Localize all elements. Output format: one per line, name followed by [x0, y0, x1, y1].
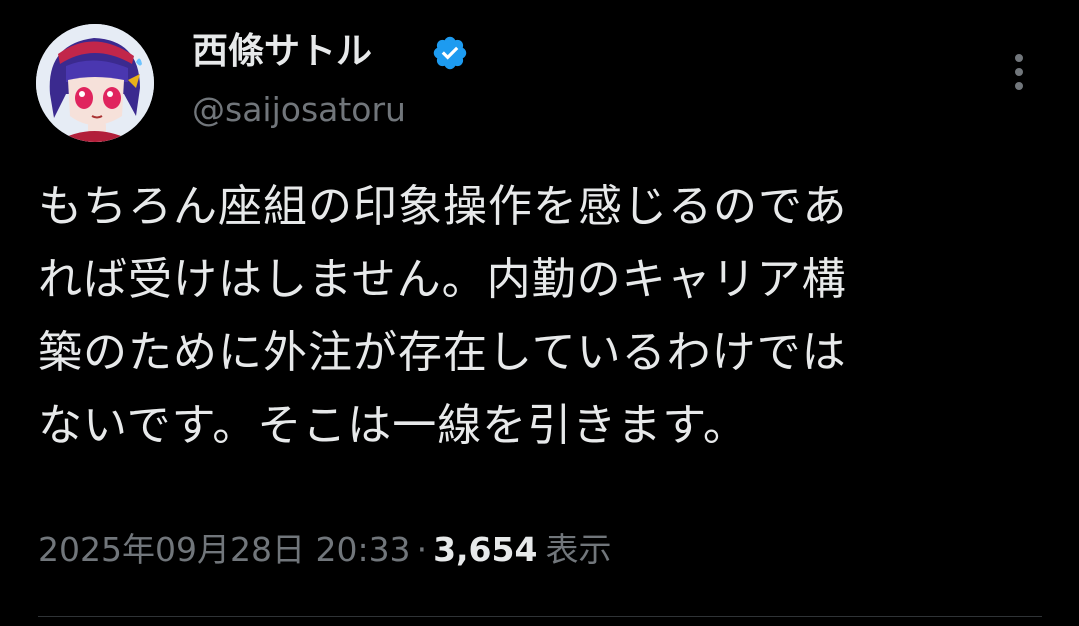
- timestamp-link[interactable]: 2025年09月28日 20:33: [38, 530, 411, 569]
- avatar[interactable]: [36, 24, 154, 142]
- tweet: 西條サトル @saijosatoru もちろん座組の印象操作を感じるのであ れば…: [0, 0, 1079, 626]
- tweet-text: もちろん座組の印象操作を感じるのであ れば受けはしません。内勤のキャリア構 築の…: [38, 170, 1048, 462]
- tweet-meta: 2025年09月28日 20:33 · 3,654 表示: [38, 525, 611, 575]
- more-vertical-icon[interactable]: [1001, 46, 1037, 94]
- tweet-text-line: れば受けはしません。内勤のキャリア構: [38, 254, 847, 305]
- meta-separator: ·: [416, 530, 428, 569]
- avatar-image: [36, 24, 154, 142]
- tweet-text-line: 築のために外注が存在しているわけでは: [38, 327, 847, 378]
- views-count: 3,654: [433, 530, 538, 569]
- display-name[interactable]: 西條サトル: [192, 30, 372, 74]
- tweet-text-line: ないです。そこは一線を引きます。: [38, 400, 748, 451]
- tweet-text-line: もちろん座組の印象操作を感じるのであ: [38, 181, 848, 232]
- divider: [38, 616, 1042, 617]
- verified-badge-icon: [431, 34, 469, 72]
- author-handle[interactable]: @saijosatoru: [192, 88, 406, 132]
- views-label: 表示: [545, 530, 612, 569]
